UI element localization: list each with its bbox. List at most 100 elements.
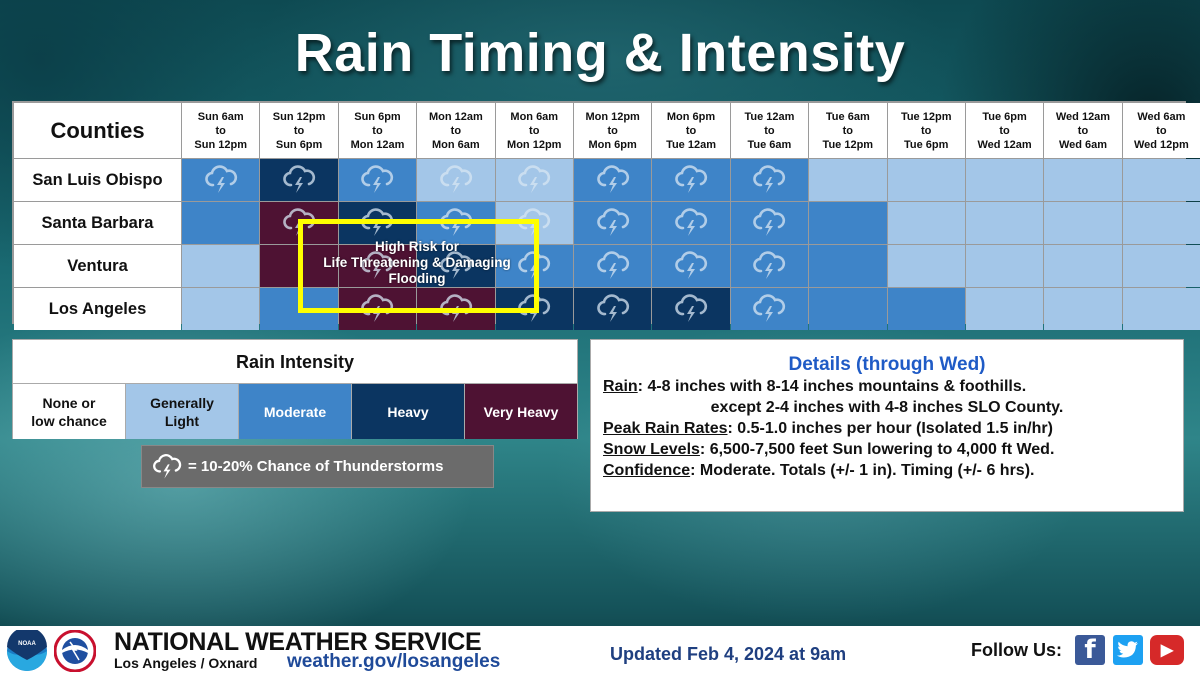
time-header-line: Sun 6am	[197, 110, 244, 123]
time-header-line: to	[293, 124, 305, 137]
details-label: Peak Rain Rates	[603, 420, 728, 437]
time-header-line: Mon 12am	[350, 138, 405, 151]
intensity-cell-moderate	[730, 202, 809, 244]
time-header-line: Wed 12am	[1055, 110, 1111, 123]
county-label: Santa Barbara	[14, 202, 181, 244]
thunderstorm-cloud-icon	[675, 165, 708, 193]
thunderstorm-cloud-icon	[204, 165, 237, 193]
time-column-header: Mon 6pm to Tue 12am	[652, 103, 730, 158]
intensity-cell-heavy	[260, 159, 338, 201]
legend-label: None or	[42, 394, 96, 411]
legend-label: Generally	[150, 394, 214, 411]
facebook-icon[interactable]: f	[1075, 635, 1105, 665]
time-column-header: Mon 6am to Mon 12pm	[495, 103, 573, 158]
thunderstorm-cloud-icon	[596, 251, 629, 279]
details-confidence: Confidence: Moderate. Totals (+/- 1 in).…	[591, 460, 1183, 481]
intensity-cell-heavy	[338, 202, 417, 244]
time-header-line: Sun 6pm	[354, 110, 401, 123]
intensity-cell-light	[965, 202, 1044, 244]
time-header-line: Wed 12pm	[1133, 138, 1189, 151]
thunderstorm-cloud-icon	[518, 165, 551, 193]
details-rain: Rain: 4-8 inches with 8-14 inches mounta…	[591, 376, 1183, 397]
time-header-line: Tue 6pm	[982, 110, 1027, 123]
time-header-line: to	[842, 124, 853, 137]
details-label: Snow Levels	[603, 441, 700, 458]
intensity-cell-light	[495, 202, 573, 244]
intensity-cell-moderate	[652, 159, 730, 201]
time-column-header: Tue 12am to Tue 6am	[730, 103, 809, 158]
time-header-line: Sun 6pm	[275, 138, 323, 151]
time-header-line: Mon 6am	[510, 110, 559, 123]
intensity-cell-light	[1122, 288, 1200, 330]
legend-label: Very Heavy	[483, 403, 559, 420]
time-header-line: Wed 6am	[1058, 138, 1108, 151]
intensity-cell-heavy	[573, 288, 652, 330]
follow-us-label: Follow Us:	[971, 640, 1062, 660]
time-header-line: Tue 6pm	[903, 138, 949, 151]
legend-level-none: None or low chance	[13, 384, 126, 439]
legend-label: Moderate	[263, 403, 327, 420]
twitter-icon[interactable]	[1113, 635, 1143, 665]
intensity-cell-light	[1122, 159, 1200, 201]
thunderstorm-cloud-icon	[518, 208, 551, 236]
rain-intensity-legend: Rain Intensity None or low chance Generall…	[12, 339, 578, 439]
thunderstorm-cloud-icon	[153, 453, 182, 478]
intensity-cell-light	[965, 159, 1044, 201]
intensity-cell-moderate	[573, 202, 652, 244]
legend-title: Rain Intensity	[13, 340, 577, 384]
updated-timestamp: Updated Feb 4, 2024 at 9am	[610, 644, 847, 664]
thunderstorm-legend: = 10-20% Chance of Thunderstorms	[141, 445, 494, 488]
time-column-header: Mon 12am to Mon 6am	[417, 103, 495, 158]
time-header-line: to	[999, 124, 1010, 137]
thunderstorm-cloud-icon	[596, 165, 629, 193]
thunderstorm-cloud-icon	[361, 208, 394, 236]
details-text: : 6,500-7,500 feet Sun lowering to 4,000…	[699, 441, 1055, 458]
intensity-cell-light	[887, 245, 965, 287]
time-column-header: Sun 6pm to Mon 12am	[338, 103, 417, 158]
details-label: Confidence	[603, 462, 691, 479]
thunderstorm-cloud-icon	[361, 294, 394, 322]
footer: NOAA NATIONAL WEATHER SERVICE Los Angele…	[0, 626, 1200, 675]
legend-level-light: Generally Light	[126, 384, 239, 439]
intensity-cell-heavy	[652, 288, 730, 330]
time-header-line: Mon 6am	[432, 138, 480, 151]
intensity-cell-moderate	[417, 202, 495, 244]
time-header-line: Tue 12pm	[900, 110, 952, 123]
youtube-icon[interactable]: ▶	[1150, 635, 1184, 665]
thunderstorm-cloud-icon	[440, 208, 472, 236]
time-column-header: Mon 12pm to Mon 6pm	[573, 103, 652, 158]
time-header-line: to	[1077, 124, 1089, 137]
time-header-line: Mon 12am	[428, 110, 483, 123]
nws-url-link[interactable]: weather.gov/losangeles	[287, 651, 500, 673]
time-header-line: Tue 12am	[744, 110, 795, 123]
legend-label: low chance	[31, 412, 107, 429]
thunderstorm-cloud-icon	[596, 208, 629, 236]
details-panel: Details (through Wed) Rain: 4-8 inches w…	[590, 339, 1184, 512]
intensity-cell-light	[887, 159, 965, 201]
noaa-logo-icon: NOAA	[7, 630, 47, 671]
intensity-cell-moderate	[338, 159, 417, 201]
thunderstorm-cloud-icon	[753, 165, 786, 193]
intensity-cell-light	[495, 159, 573, 201]
intensity-cell-moderate	[730, 245, 809, 287]
thunderstorm-cloud-icon	[753, 251, 786, 279]
thunderstorm-cloud-icon	[440, 165, 472, 193]
counties-header: Counties	[14, 103, 181, 158]
intensity-cell-light	[1044, 288, 1122, 330]
time-header-line: to	[529, 124, 540, 137]
thunderstorm-cloud-icon	[440, 294, 472, 322]
time-header-line: Tue 12pm	[822, 138, 874, 151]
intensity-cell-moderate	[573, 159, 652, 201]
intensity-cell-light	[1044, 202, 1122, 244]
legend-level-moderate: Moderate	[239, 384, 352, 439]
details-text: : Moderate. Totals (+/- 1 in). Timing (+…	[690, 462, 1035, 479]
twitter-bird-icon	[1117, 641, 1138, 658]
intensity-cell-moderate	[730, 288, 809, 330]
thunderstorm-cloud-icon	[675, 208, 708, 236]
time-header-line: Mon 12pm	[507, 138, 562, 151]
details-label: Rain	[603, 378, 638, 395]
thunderstorm-cloud-icon	[753, 294, 786, 322]
time-header-line: Mon 12pm	[585, 110, 640, 123]
details-rain-slo: except 2-4 inches with 4-8 inches SLO Co…	[591, 397, 1183, 418]
time-header-line: to	[450, 124, 462, 137]
